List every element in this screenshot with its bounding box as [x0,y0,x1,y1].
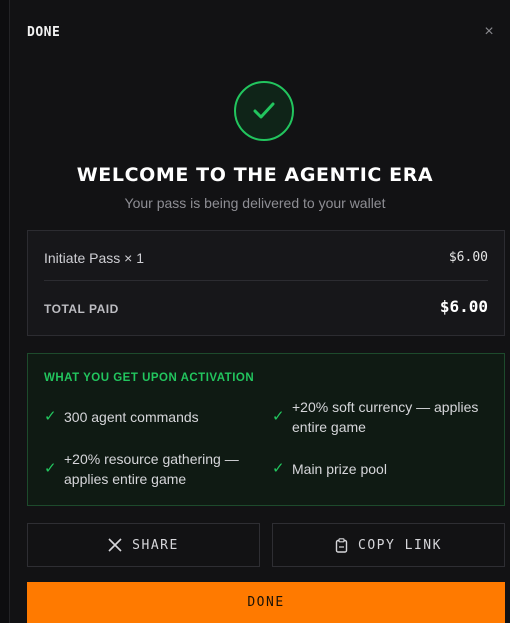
tick-icon: ✓ [44,408,57,425]
order-divider [44,280,488,281]
order-summary: Initiate Pass × 1 $6.00 TOTAL PAID $6.00 [27,230,505,336]
done-button[interactable]: DONE [27,582,505,623]
copy-link-label: COPY LINK [358,537,442,553]
tick-icon: ✓ [272,408,285,425]
share-button[interactable]: SHARE [27,523,260,567]
tick-icon: ✓ [44,460,57,477]
order-item-label: Initiate Pass × 1 [44,250,145,266]
left-edge-strip [0,0,10,623]
perks-title: WHAT YOU GET UPON ACTIVATION [44,372,255,384]
copy-link-button[interactable]: COPY LINK [272,523,505,567]
total-label: TOTAL PAID [44,302,119,316]
panel-title: DONE [27,25,61,40]
close-icon[interactable]: × [481,24,497,40]
tick-icon: ✓ [272,460,285,477]
clipboard-icon [335,537,348,553]
success-badge [234,81,294,141]
order-item-price: $6.00 [448,250,488,265]
done-label: DONE [247,595,285,610]
x-logo-icon [108,538,122,552]
share-label: SHARE [132,537,179,553]
activation-perks: WHAT YOU GET UPON ACTIVATION ✓ 300 agent… [27,353,505,506]
check-icon [253,102,275,119]
success-subline: Your pass is being delivered to your wal… [124,195,386,211]
success-headline: WELCOME TO THE AGENTIC ERA [76,164,434,186]
total-value: $6.00 [439,297,488,316]
